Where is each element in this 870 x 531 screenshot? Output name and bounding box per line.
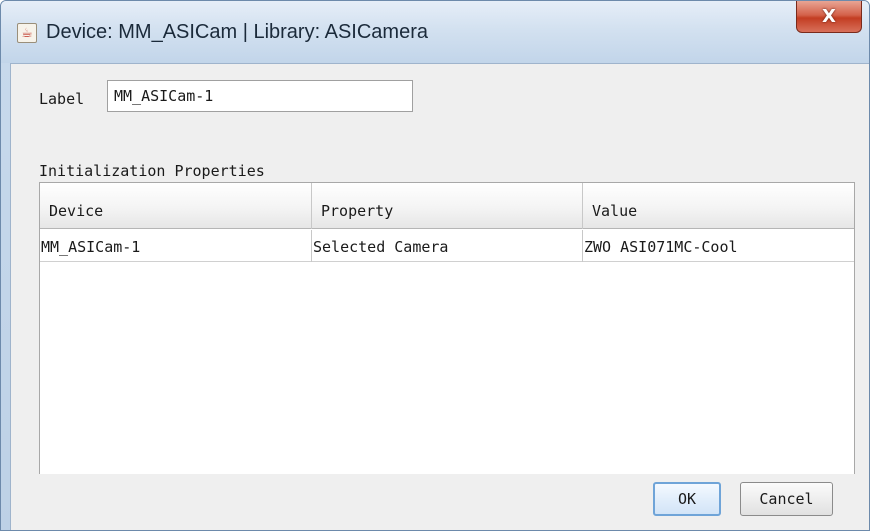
table-header: Device Property Value (40, 183, 854, 229)
cell-property[interactable]: Selected Camera (312, 230, 583, 262)
ok-button[interactable]: OK (653, 482, 721, 516)
column-header-device[interactable]: Device (40, 183, 312, 229)
window-title: Device: MM_ASICam | Library: ASICamera (46, 21, 428, 43)
table-row[interactable]: MM_ASICam-1 Selected Camera ZWO ASI071MC… (40, 230, 854, 262)
title-bar[interactable]: ☕ Device: MM_ASICam | Library: ASICamera… (1, 1, 869, 63)
dialog-body: Label Initialization Properties Device P… (10, 63, 869, 530)
label-input[interactable] (107, 80, 413, 112)
cell-device[interactable]: MM_ASICam-1 (40, 230, 312, 262)
cancel-button[interactable]: Cancel (740, 482, 833, 516)
column-header-property[interactable]: Property (312, 183, 583, 229)
java-cup-icon: ☕ (17, 23, 37, 43)
label-caption: Label (39, 90, 85, 108)
cell-value[interactable]: ZWO ASI071MC-Cool (583, 230, 854, 262)
close-button[interactable]: X (796, 1, 862, 33)
column-header-value[interactable]: Value (583, 183, 854, 229)
dialog-window: ☕ Device: MM_ASICam | Library: ASICamera… (0, 0, 870, 531)
properties-table: Device Property Value MM_ASICam-1 Select… (39, 182, 855, 474)
initialization-properties-caption: Initialization Properties (39, 162, 265, 180)
